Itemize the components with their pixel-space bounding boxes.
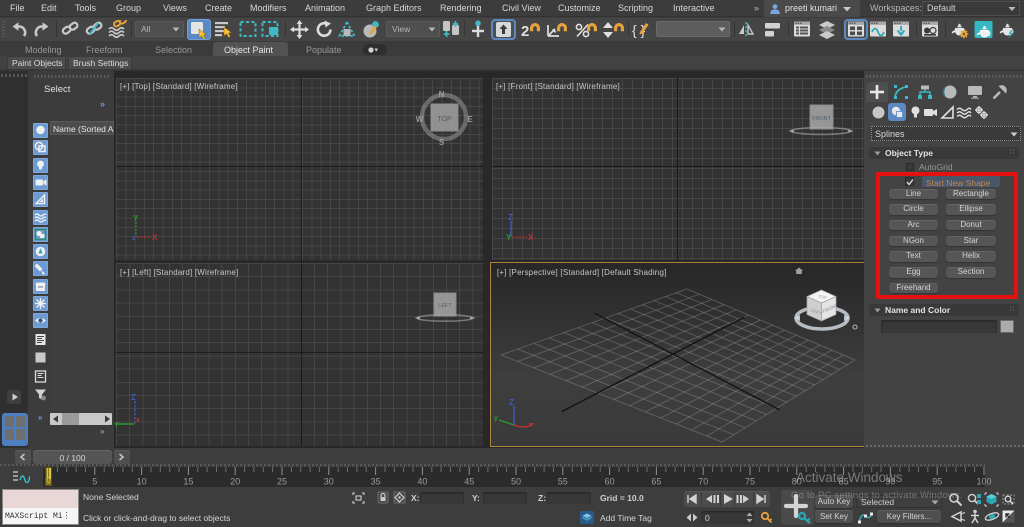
svg-text:E: E: [467, 115, 473, 124]
svg-text:z: z: [132, 235, 136, 242]
svg-text:100: 100: [976, 477, 991, 487]
svg-text:Y: Y: [133, 214, 139, 223]
svg-text:S: S: [439, 138, 445, 147]
svg-text:65: 65: [651, 477, 661, 487]
svg-text:FRONT: FRONT: [812, 116, 832, 122]
svg-text:75: 75: [745, 477, 755, 487]
svg-text:Y: Y: [506, 233, 512, 242]
svg-text:5: 5: [92, 477, 97, 487]
svg-text:Z: Z: [508, 213, 513, 222]
svg-text:TOP: TOP: [437, 116, 452, 123]
svg-text:70: 70: [698, 477, 708, 487]
svg-text:LEFT: LEFT: [438, 303, 452, 309]
svg-text:40: 40: [417, 477, 427, 487]
svg-text:y: y: [494, 415, 498, 422]
svg-text:Z: Z: [509, 398, 514, 407]
svg-text:x: x: [136, 417, 140, 424]
svg-text:2: 2: [521, 23, 529, 39]
svg-text:60: 60: [605, 477, 615, 487]
svg-text:W: W: [416, 115, 424, 124]
svg-text:Y: Y: [114, 422, 119, 428]
svg-text:55: 55: [558, 477, 568, 487]
svg-text:Z: Z: [131, 393, 136, 402]
svg-text:35: 35: [371, 477, 381, 487]
svg-text:X: X: [528, 233, 534, 242]
svg-text:10: 10: [137, 477, 147, 487]
svg-text:30: 30: [324, 477, 334, 487]
svg-text:20: 20: [230, 477, 240, 487]
svg-text:25: 25: [277, 477, 287, 487]
svg-text:45: 45: [464, 477, 474, 487]
svg-text:X: X: [152, 233, 158, 242]
svg-text:95: 95: [932, 477, 942, 487]
svg-text:15: 15: [183, 477, 193, 487]
svg-text:N: N: [439, 90, 445, 99]
svg-text:50: 50: [511, 477, 521, 487]
